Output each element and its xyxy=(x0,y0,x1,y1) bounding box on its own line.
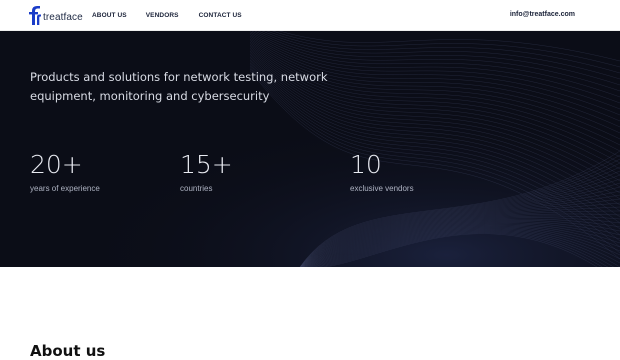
about-us-heading: About us xyxy=(30,342,106,360)
main-nav: ABOUT US VENDORS CONTACT US xyxy=(92,12,242,19)
stat-vendors: 10 exclusive vendors xyxy=(350,150,414,194)
stat-years-label: years of experience xyxy=(30,184,100,193)
stat-years-value: 20+ xyxy=(30,150,83,179)
nav-vendors[interactable]: VENDORS xyxy=(146,12,179,19)
nav-about-us[interactable]: ABOUT US xyxy=(92,12,127,19)
stat-countries: 15+ countries xyxy=(180,150,233,194)
top-navigation-bar: treatface ABOUT US VENDORS CONTACT US in… xyxy=(0,0,620,31)
email-link[interactable]: info@treatface.com xyxy=(510,11,575,18)
stat-countries-label: countries xyxy=(180,184,213,193)
wave-background-graphic xyxy=(0,31,620,267)
stat-vendors-label: exclusive vendors xyxy=(350,184,414,193)
hero-tagline: Products and solutions for network testi… xyxy=(30,70,328,103)
stat-countries-value: 15+ xyxy=(180,150,233,179)
hero-section: Products and solutions for network testi… xyxy=(0,31,620,267)
stat-vendors-value: 10 xyxy=(350,150,382,179)
treatface-logo-icon xyxy=(29,6,41,25)
logo-wordmark: treatface xyxy=(43,12,83,23)
stat-years: 20+ years of experience xyxy=(30,150,100,194)
nav-contact-us[interactable]: CONTACT US xyxy=(199,12,242,19)
treatface-logo[interactable]: treatface xyxy=(29,5,83,25)
